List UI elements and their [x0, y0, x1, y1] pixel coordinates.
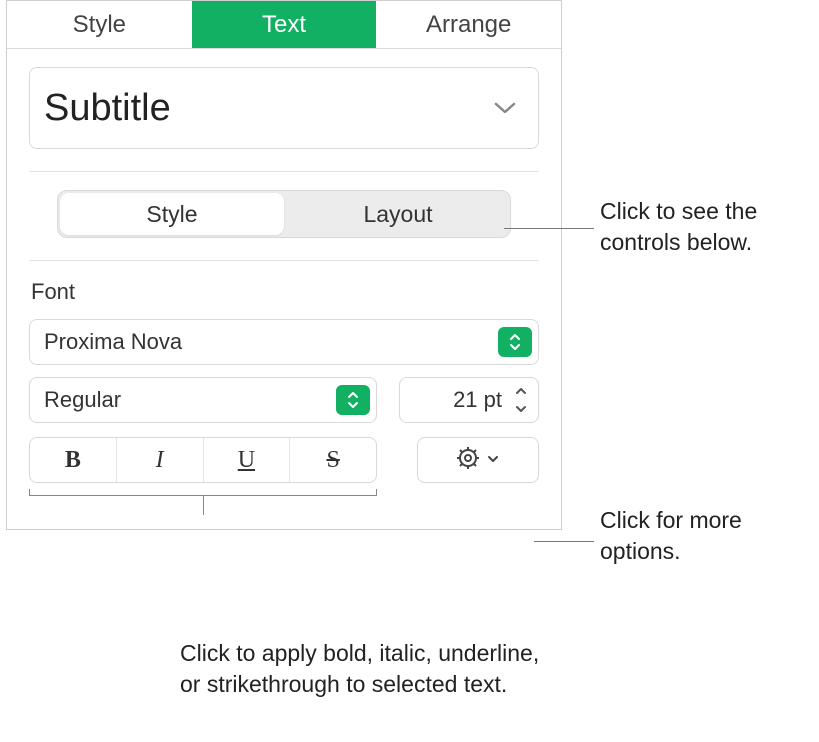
subtab-style[interactable]: Style	[60, 193, 284, 235]
callout-leader-line	[504, 228, 594, 229]
text-style-button-group: B I U S	[29, 437, 377, 483]
callout-text: Click for more options.	[600, 505, 810, 567]
tab-text[interactable]: Text	[192, 1, 377, 48]
divider	[29, 171, 539, 172]
font-section-label: Font	[31, 279, 539, 305]
paragraph-style-label: Subtitle	[44, 87, 171, 130]
top-tab-bar: Style Text Arrange	[7, 1, 561, 49]
chevron-down-icon	[494, 101, 516, 115]
callout-bracket	[29, 489, 377, 503]
tab-arrange[interactable]: Arrange	[376, 1, 561, 48]
stepper-down-button[interactable]	[510, 400, 532, 418]
font-size-stepper[interactable]: 21 pt	[399, 377, 539, 423]
tab-style[interactable]: Style	[7, 1, 192, 48]
italic-button[interactable]: I	[117, 438, 204, 482]
format-inspector-panel: Style Text Arrange Subtitle Style Layout…	[6, 0, 562, 530]
callout-text: Click to see the controls below.	[600, 196, 810, 258]
chevron-down-icon	[486, 451, 500, 469]
font-size-value: 21 pt	[400, 387, 510, 413]
subtab-layout[interactable]: Layout	[286, 191, 510, 237]
underline-button[interactable]: U	[204, 438, 291, 482]
more-options-button[interactable]	[417, 437, 539, 483]
stepper-arrows	[510, 382, 532, 418]
font-weight-value: Regular	[44, 387, 121, 413]
stepper-up-button[interactable]	[510, 382, 532, 400]
popup-arrows-icon	[498, 327, 532, 357]
bold-button[interactable]: B	[30, 438, 117, 482]
font-family-value: Proxima Nova	[44, 329, 182, 355]
text-subtab-segmented: Style Layout	[57, 190, 511, 238]
callout-text: Click to apply bold, italic, underline, …	[180, 638, 540, 700]
font-family-dropdown[interactable]: Proxima Nova	[29, 319, 539, 365]
paragraph-style-dropdown[interactable]: Subtitle	[29, 67, 539, 149]
strikethrough-button[interactable]: S	[290, 438, 376, 482]
callout-leader-line	[534, 541, 594, 542]
gear-icon	[456, 446, 480, 475]
font-weight-dropdown[interactable]: Regular	[29, 377, 377, 423]
divider	[29, 260, 539, 261]
popup-arrows-icon	[336, 385, 370, 415]
